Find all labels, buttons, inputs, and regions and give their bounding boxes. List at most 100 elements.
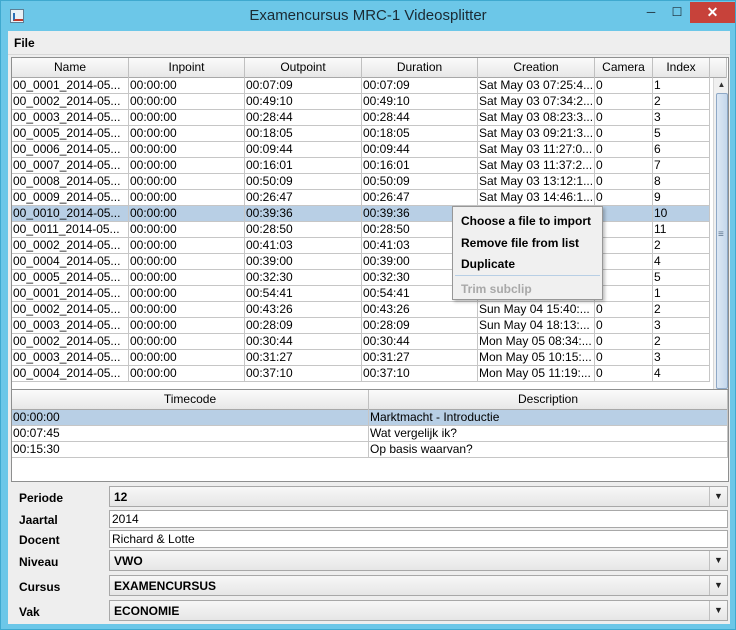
clips-row[interactable]: 00_0003_2014-05... 00:00:00 00:28:09 00:28:…: [12, 318, 710, 334]
clips-cell-index[interactable]: 4: [653, 366, 710, 382]
clips-cell-name[interactable]: 00_0011_2014-05...: [12, 222, 129, 238]
clips-cell-inpoint[interactable]: 00:00:00: [129, 174, 245, 190]
clips-cell-outpoint[interactable]: 00:30:44: [245, 334, 362, 350]
clips-cell-index[interactable]: 8: [653, 174, 710, 190]
clips-cell-camera[interactable]: 0: [595, 334, 653, 350]
clips-cell-inpoint[interactable]: 00:00:00: [129, 158, 245, 174]
clips-cell-index[interactable]: 5: [653, 270, 710, 286]
clips-cell-outpoint[interactable]: 00:41:03: [245, 238, 362, 254]
docent-field[interactable]: Richard & Lotte: [109, 530, 728, 548]
clips-cell-name[interactable]: 00_0008_2014-05...: [12, 174, 129, 190]
clips-cell-camera[interactable]: 0: [595, 366, 653, 382]
ctx-duplicate[interactable]: Duplicate: [461, 257, 515, 271]
clips-cell-inpoint[interactable]: 00:00:00: [129, 206, 245, 222]
clips-cell-index[interactable]: 9: [653, 190, 710, 206]
clips-cell-duration[interactable]: 00:43:26: [362, 302, 478, 318]
clips-header-index[interactable]: Index: [653, 58, 710, 78]
clips-cell-name[interactable]: 00_0004_2014-05...: [12, 254, 129, 270]
clips-cell-duration[interactable]: 00:18:05: [362, 126, 478, 142]
clips-cell-camera[interactable]: 0: [595, 158, 653, 174]
jaartal-field[interactable]: 2014: [109, 510, 728, 528]
clips-row[interactable]: 00_0002_2014-05... 00:00:00 00:43:26 00:43:…: [12, 302, 710, 318]
clips-cell-creation[interactable]: Mon May 05 11:19:...: [478, 366, 595, 382]
clips-cell-camera[interactable]: [595, 270, 653, 286]
clips-cell-index[interactable]: 2: [653, 334, 710, 350]
title-bar[interactable]: Examencursus MRC-1 Videosplitter ─ ☐ ✕: [1, 1, 735, 31]
clips-row[interactable]: 00_0006_2014-05... 00:00:00 00:09:44 00:09:…: [12, 142, 710, 158]
clips-cell-outpoint[interactable]: 00:18:05: [245, 126, 362, 142]
clips-cell-camera[interactable]: 0: [595, 190, 653, 206]
cursus-combobox[interactable]: EXAMENCURSUS ▼: [109, 575, 728, 596]
chevron-down-icon[interactable]: ▼: [709, 487, 727, 506]
clips-cell-inpoint[interactable]: 00:00:00: [129, 110, 245, 126]
clips-header-outpoint[interactable]: Outpoint: [245, 58, 362, 78]
clips-row[interactable]: 00_0008_2014-05... 00:00:00 00:50:09 00:50:…: [12, 174, 710, 190]
scroll-up-arrow-icon[interactable]: ▲: [714, 78, 728, 92]
timecode-cell-description[interactable]: Marktmacht - Introductie: [369, 410, 728, 426]
clips-cell-inpoint[interactable]: 00:00:00: [129, 318, 245, 334]
clips-row[interactable]: 00_0003_2014-05... 00:00:00 00:28:44 00:28:…: [12, 110, 710, 126]
ctx-remove-file[interactable]: Remove file from list: [461, 236, 579, 250]
clips-cell-index[interactable]: 2: [653, 302, 710, 318]
clips-row[interactable]: 00_0002_2014-05... 00:00:00 00:41:03 00:41:…: [12, 238, 710, 254]
clips-cell-duration[interactable]: 00:49:10: [362, 94, 478, 110]
timecode-cell-timecode[interactable]: 00:00:00: [12, 410, 369, 426]
clips-cell-name[interactable]: 00_0006_2014-05...: [12, 142, 129, 158]
clips-cell-outpoint[interactable]: 00:32:30: [245, 270, 362, 286]
clips-cell-inpoint[interactable]: 00:00:00: [129, 286, 245, 302]
clips-cell-camera[interactable]: [595, 206, 653, 222]
clips-cell-index[interactable]: 2: [653, 94, 710, 110]
clips-cell-camera[interactable]: 0: [595, 318, 653, 334]
clips-cell-inpoint[interactable]: 00:00:00: [129, 142, 245, 158]
clips-cell-inpoint[interactable]: 00:00:00: [129, 222, 245, 238]
clips-cell-outpoint[interactable]: 00:09:44: [245, 142, 362, 158]
clips-cell-index[interactable]: 1: [653, 286, 710, 302]
clips-cell-index[interactable]: 3: [653, 318, 710, 334]
clips-header-creation[interactable]: Creation: [478, 58, 595, 78]
clips-cell-name[interactable]: 00_0001_2014-05...: [12, 286, 129, 302]
clips-row[interactable]: 00_0007_2014-05... 00:00:00 00:16:01 00:16:…: [12, 158, 710, 174]
clips-cell-inpoint[interactable]: 00:00:00: [129, 126, 245, 142]
timecode-cell-timecode[interactable]: 00:07:45: [12, 426, 369, 442]
clips-cell-creation[interactable]: Sun May 04 15:40:...: [478, 302, 595, 318]
clips-header-camera[interactable]: Camera: [595, 58, 653, 78]
clips-cell-name[interactable]: 00_0004_2014-05...: [12, 366, 129, 382]
clips-row[interactable]: 00_0004_2014-05... 00:00:00 00:39:00 00:39:…: [12, 254, 710, 270]
clips-cell-name[interactable]: 00_0005_2014-05...: [12, 126, 129, 142]
clips-cell-duration[interactable]: 00:50:09: [362, 174, 478, 190]
clips-cell-camera[interactable]: 0: [595, 174, 653, 190]
clips-row[interactable]: 00_0002_2014-05... 00:00:00 00:49:10 00:49:…: [12, 94, 710, 110]
timecode-cell-description[interactable]: Op basis waarvan?: [369, 442, 728, 458]
clips-cell-camera[interactable]: [595, 238, 653, 254]
clips-cell-index[interactable]: 3: [653, 350, 710, 366]
clips-cell-name[interactable]: 00_0002_2014-05...: [12, 238, 129, 254]
timecode-cell-description[interactable]: Wat vergelijk ik?: [369, 426, 728, 442]
clips-cell-inpoint[interactable]: 00:00:00: [129, 302, 245, 318]
vak-combobox[interactable]: ECONOMIE ▼: [109, 600, 728, 621]
clips-cell-creation[interactable]: Sat May 03 08:23:3...: [478, 110, 595, 126]
clips-cell-camera[interactable]: 0: [595, 110, 653, 126]
chevron-down-icon[interactable]: ▼: [709, 576, 727, 595]
clips-cell-index[interactable]: 2: [653, 238, 710, 254]
clips-cell-creation[interactable]: Sat May 03 13:12:1...: [478, 174, 595, 190]
clips-cell-inpoint[interactable]: 00:00:00: [129, 270, 245, 286]
clips-cell-name[interactable]: 00_0001_2014-05...: [12, 78, 129, 94]
clips-cell-name[interactable]: 00_0010_2014-05...: [12, 206, 129, 222]
clips-cell-inpoint[interactable]: 00:00:00: [129, 254, 245, 270]
clips-cell-outpoint[interactable]: 00:31:27: [245, 350, 362, 366]
clips-cell-name[interactable]: 00_0005_2014-05...: [12, 270, 129, 286]
clips-cell-outpoint[interactable]: 00:39:36: [245, 206, 362, 222]
clips-cell-outpoint[interactable]: 00:28:44: [245, 110, 362, 126]
menu-file[interactable]: File: [14, 36, 35, 50]
niveau-combobox[interactable]: VWO ▼: [109, 550, 728, 571]
timecode-row[interactable]: 00:15:30 Op basis waarvan?: [12, 442, 728, 458]
clips-cell-outpoint[interactable]: 00:37:10: [245, 366, 362, 382]
clips-cell-outpoint[interactable]: 00:43:26: [245, 302, 362, 318]
maximize-button[interactable]: ☐: [664, 2, 690, 23]
clips-cell-outpoint[interactable]: 00:50:09: [245, 174, 362, 190]
timecode-header-description[interactable]: Description: [369, 390, 728, 410]
clips-table-scrollbar[interactable]: ▲ ▼: [713, 78, 728, 404]
clips-header-name[interactable]: Name: [12, 58, 129, 78]
clips-cell-camera[interactable]: [595, 286, 653, 302]
clips-cell-index[interactable]: 11: [653, 222, 710, 238]
